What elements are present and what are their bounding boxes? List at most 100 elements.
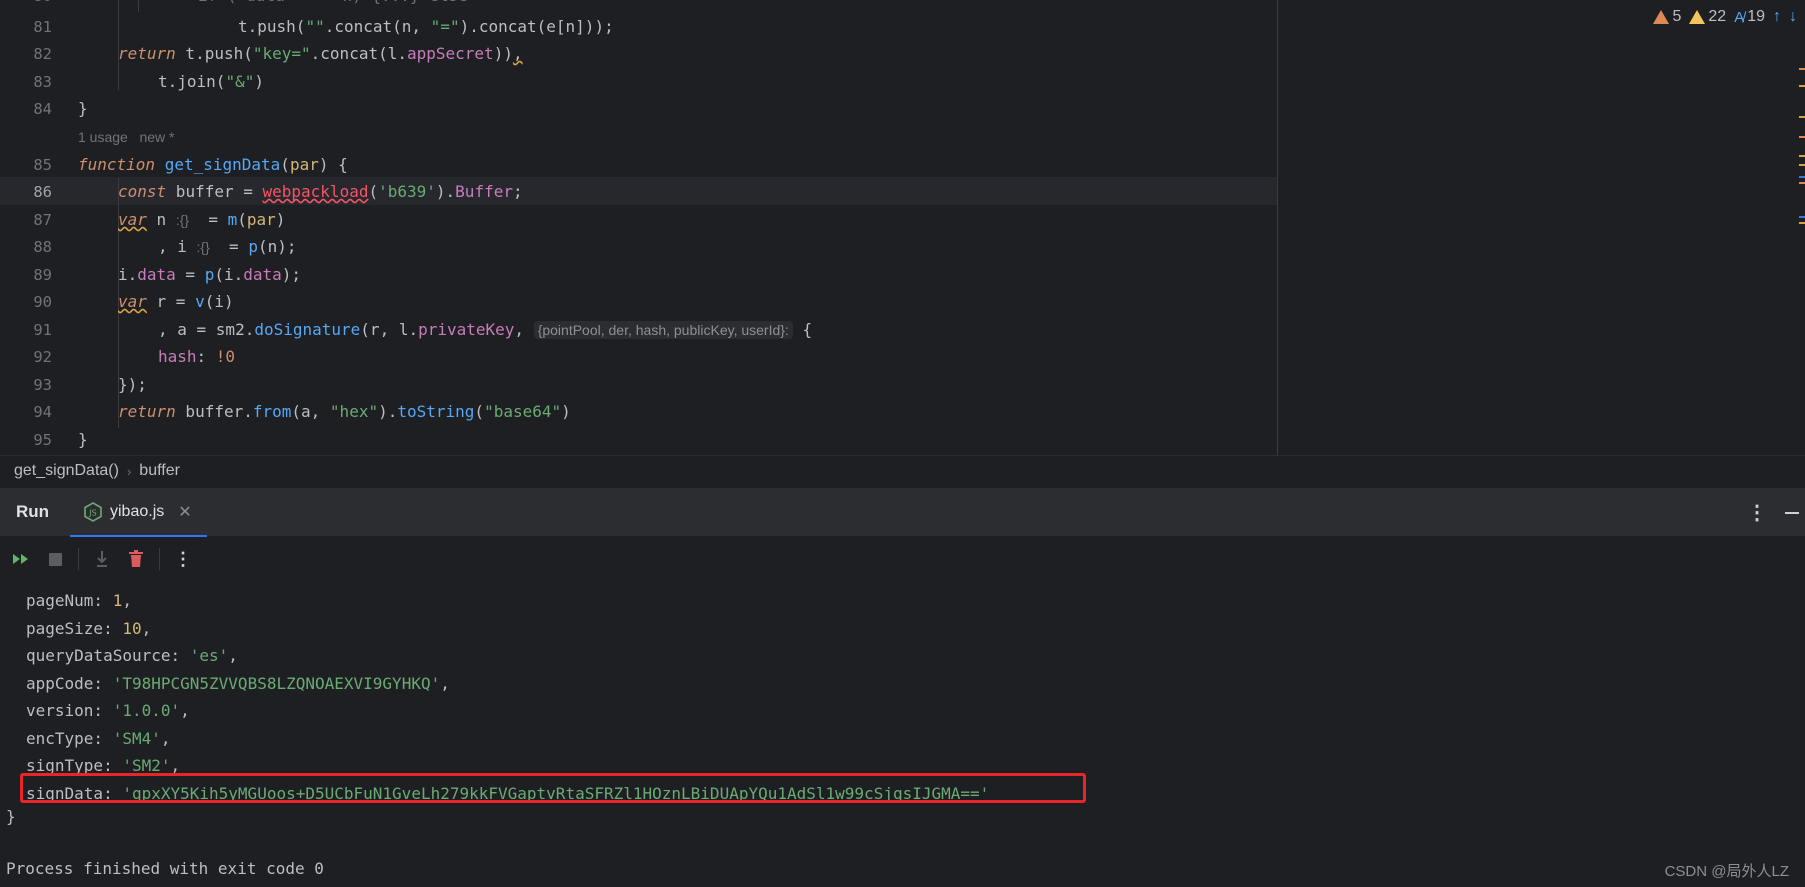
line-number: 95 <box>33 431 52 449</box>
output-value: 10 <box>122 618 142 638</box>
error-stripe[interactable] <box>1799 40 1805 260</box>
stop-icon <box>48 552 62 566</box>
output-key: queryDataSource: <box>26 646 190 665</box>
output-punctuation: , <box>141 618 152 638</box>
code-line-85: function get_signData(par) { <box>78 155 348 174</box>
warnings-count[interactable]: 5 <box>1653 8 1681 26</box>
line-number: 94 <box>33 403 52 421</box>
run-panel-title: Run <box>16 502 50 521</box>
typos-count[interactable]: A̸ 19 <box>1734 8 1765 26</box>
output-value: 'T98HPCGN5ZVVQBS8LZQNOAEXVI9GYHKQ' <box>112 673 441 693</box>
code-line-90: var r = v(i) <box>118 292 234 311</box>
output-key: appCode: <box>26 673 113 693</box>
more-vertical-icon: ⋮ <box>174 548 192 570</box>
rerun-button[interactable] <box>10 548 32 570</box>
code-line-86: const buffer = webpackload('b639').Buffe… <box>118 182 523 201</box>
line-number: 82 <box>33 45 52 63</box>
output-key: pageNum: <box>26 591 113 610</box>
previous-problem-icon[interactable]: ↑ <box>1773 8 1781 26</box>
annotation-highlight-box <box>20 773 1086 803</box>
output-key: encType: <box>26 728 113 748</box>
console-output[interactable]: pageNum: 1, pageSize: 10, queryDataSource:… <box>0 581 1805 887</box>
type-inlay-hint: :{} <box>175 212 190 228</box>
output-line: appCode: 'T98HPCGN5ZVVQBS8LZQNOAEXVI9GYH… <box>26 672 450 696</box>
usage-hint[interactable]: 1 usage new * <box>78 125 175 149</box>
output-punctuation: , <box>440 673 450 693</box>
code-editor[interactable]: 80 81 82 83 84 85 86 87 88 89 90 91 92 9… <box>0 0 1805 455</box>
type-inlay-hint: :{} <box>196 239 210 255</box>
code-line-82: return t.push("key=".concat(l.appSecret)… <box>118 44 523 63</box>
trash-icon <box>129 550 143 567</box>
watermark: CSDN @局外人LZ <box>1664 863 1789 880</box>
scroll-to-end-button[interactable] <box>91 548 113 570</box>
output-line: version: '1.0.0', <box>26 699 190 723</box>
code-line-95: } <box>78 430 88 449</box>
next-problem-icon[interactable]: ↓ <box>1789 8 1797 26</box>
stripe-mark[interactable] <box>1799 68 1805 70</box>
output-closing-brace: } <box>6 807 16 826</box>
inspection-widget[interactable]: 5 22 A̸ 19 ↑ ↓ <box>1653 6 1797 28</box>
chevron-right-icon: › <box>126 463 132 479</box>
code-line-94: return buffer.from(a, "hex").toString("b… <box>118 402 571 421</box>
breadcrumb-item[interactable]: buffer <box>139 462 180 480</box>
code-line-83: t.join("&") <box>158 72 264 91</box>
stripe-mark[interactable] <box>1799 136 1805 138</box>
stripe-mark[interactable] <box>1799 85 1805 87</box>
tab-label: yibao.js <box>110 502 165 520</box>
output-line: pageSize: 10, <box>26 617 151 641</box>
output-key: version: <box>26 701 113 720</box>
line-number: 81 <box>33 18 52 36</box>
output-line: encType: 'SM4', <box>26 727 171 751</box>
line-number: 83 <box>33 73 52 91</box>
line-number: 85 <box>33 156 52 174</box>
output-punctuation: , <box>180 701 190 720</box>
code-line-93: }); <box>118 375 147 394</box>
exit-message: Process finished with exit code 0 <box>6 859 324 878</box>
stripe-mark[interactable] <box>1799 116 1805 118</box>
scroll-to-end-icon <box>97 551 107 567</box>
output-line: pageNum: 1, <box>26 589 132 613</box>
minimize-icon[interactable] <box>1785 512 1799 514</box>
breadcrumb-item[interactable]: get_signData() <box>14 462 119 480</box>
line-number: 88 <box>33 238 52 256</box>
breadcrumb: get_signData() › buffer <box>0 455 1805 486</box>
line-number: 80 <box>0 0 52 8</box>
weak-warnings-count[interactable]: 22 <box>1689 8 1726 26</box>
stripe-mark[interactable] <box>1799 216 1805 218</box>
nodejs-icon: JS <box>84 501 102 522</box>
run-toolbar: ⋮ <box>0 537 1805 581</box>
code-line-81: t.push("".concat(n, "=").concat(e[n])); <box>238 17 614 36</box>
close-icon[interactable]: ✕ <box>178 502 191 522</box>
code-line-91: , a = sm2.doSignature(r, l.privateKey, {… <box>158 320 813 339</box>
toolbar-divider <box>78 548 79 570</box>
tab-yibao-js[interactable]: JS yibao.js ✕ <box>70 488 207 538</box>
code-line-88: , i :{} = p(n); <box>158 237 297 256</box>
output-value: 'es' <box>189 646 229 665</box>
code-area[interactable]: if ('data' === n) {...} else t.push("".c… <box>78 0 1805 455</box>
output-key: pageSize: <box>26 618 123 638</box>
line-number: 92 <box>33 348 52 366</box>
rerun-icon <box>13 554 28 564</box>
line-number: 89 <box>33 266 52 284</box>
stripe-mark[interactable] <box>1799 164 1805 166</box>
clear-console-button[interactable] <box>125 548 147 570</box>
more-options-icon[interactable]: ⋮ <box>1747 500 1767 525</box>
stripe-mark[interactable] <box>1799 176 1805 178</box>
stripe-mark[interactable] <box>1799 155 1805 157</box>
parameter-inlay-hint: {pointPool, der, hash, publicKey, userId… <box>533 321 793 339</box>
stripe-mark[interactable] <box>1799 222 1805 224</box>
weak-warning-icon <box>1689 10 1706 24</box>
more-actions-button[interactable]: ⋮ <box>172 548 194 570</box>
stop-button[interactable] <box>44 548 66 570</box>
code-line-partial: if ('data' === n) {...} else <box>198 0 468 8</box>
code-line-87: var n :{} = m(par) <box>118 210 286 229</box>
line-number-gutter: 80 81 82 83 84 85 86 87 88 89 90 91 92 9… <box>0 0 68 455</box>
output-punctuation: , <box>160 728 171 748</box>
typo-icon: A̸ <box>1734 8 1745 26</box>
line-number: 93 <box>33 376 52 394</box>
line-number: 91 <box>33 321 52 339</box>
stripe-mark[interactable] <box>1799 182 1805 184</box>
code-line-92: hash: !0 <box>158 347 236 366</box>
output-value: 1 <box>112 591 123 610</box>
output-punctuation: , <box>122 591 132 610</box>
